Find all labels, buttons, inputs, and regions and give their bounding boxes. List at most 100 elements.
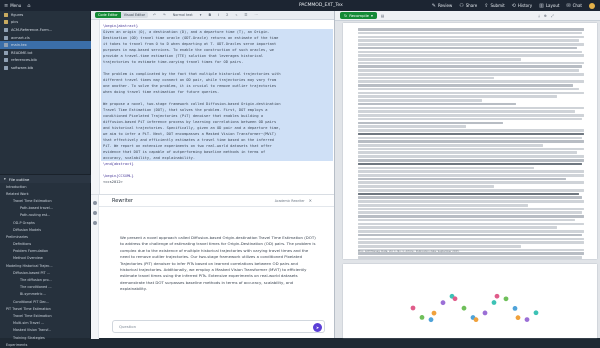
file-icon [4, 27, 8, 32]
rail-dot-icon[interactable] [92, 211, 97, 215]
menu-label: Menu [10, 3, 22, 8]
outline-item[interactable]: Experiments [0, 341, 91, 348]
list-icon[interactable]: ☰ [242, 13, 249, 17]
pdf-page-2[interactable] [343, 264, 597, 338]
outline-item[interactable]: Related Work [0, 190, 91, 197]
pdf-page[interactable]: Proc. ACM Manag. Data, Vol. 1, No. 1, Ar… [343, 23, 597, 259]
rail-dot-icon[interactable] [92, 201, 97, 205]
outline-item[interactable]: Diffusion-based PIT ... [0, 269, 91, 276]
pdf-text-line [358, 125, 467, 128]
file-item[interactable]: acmart.cls [0, 34, 91, 42]
outline-item-label: Conditional PIT Dec... [13, 299, 50, 304]
download-icon[interactable]: ⤓ [538, 14, 540, 18]
layout-icon: ▥ [539, 2, 544, 9]
file-item[interactable]: README.txt [0, 49, 91, 57]
avatar[interactable] [589, 2, 595, 9]
outline-item[interactable]: Masked Vision Transf... [0, 327, 91, 334]
share-icon: ⚇ [459, 2, 464, 9]
more-icon[interactable]: ⋯ [252, 13, 259, 17]
redo-icon[interactable]: ↷ [161, 13, 168, 17]
editor-toolbar: Code Editor Visual Editor ↶ ↷ Normal tex… [91, 11, 334, 20]
pdf-text-line [358, 65, 582, 69]
outline-item[interactable]: Multi-sim Travel ... [0, 320, 91, 327]
topbar-chat-button[interactable]: ✉ Chat [566, 3, 582, 9]
file-item[interactable]: software.bib [0, 64, 91, 72]
italic-icon[interactable]: I [216, 13, 221, 17]
file-item[interactable]: references.bib [0, 57, 91, 65]
chevron-down-icon: ▾ [370, 13, 373, 18]
pdf-text-line [358, 203, 528, 207]
send-icon[interactable]: ➤ [313, 322, 322, 332]
math-icon[interactable]: Σ [224, 13, 230, 17]
expand-icon[interactable]: ⤢ [551, 14, 554, 18]
file-outline-header[interactable]: ▾ File outline [0, 175, 91, 183]
outline-item[interactable]: Introduction [0, 183, 91, 190]
visual-editor-toggle[interactable]: Visual Editor [120, 12, 149, 18]
rewriter-mode[interactable]: Academic Rewriter [275, 199, 305, 203]
text-style-dropdown[interactable]: Normal text [171, 13, 195, 17]
file-item[interactable]: pics [0, 19, 91, 27]
file-item[interactable]: figures [0, 11, 91, 19]
rewriter-rail [91, 195, 99, 339]
file-icon [4, 43, 8, 48]
file-name: figures [11, 12, 24, 17]
file-item[interactable]: ACM-Reference-Form... [0, 26, 91, 34]
outline-item[interactable]: The conditioned ... [0, 284, 91, 291]
project-title: PACMMOD_EXT_Tex [298, 3, 343, 8]
outline-item[interactable]: Definitions [0, 241, 91, 248]
link-icon[interactable]: ⌁ [233, 13, 239, 17]
outline-item[interactable]: Path-routing est... [0, 212, 91, 219]
editor-mode-toggle[interactable]: Code Editor Visual Editor [95, 12, 149, 18]
topbar-review-button[interactable]: ✎ Review [432, 3, 452, 9]
outline-item[interactable]: Preliminaries [0, 233, 91, 240]
outline-item[interactable]: Method Overview [0, 255, 91, 262]
outline-item[interactable]: Travel Time Estimation [0, 312, 91, 319]
undo-icon[interactable]: ↶ [151, 13, 158, 17]
code-area[interactable]: \begin{abstract} Given an origin (O), a d… [101, 20, 333, 194]
outline-item[interactable]: Path-based travel... [0, 205, 91, 212]
close-icon[interactable]: ✕ [309, 198, 312, 203]
outline-item[interactable]: Diffusion Models [0, 226, 91, 233]
pdf-text-line [358, 80, 584, 84]
outline-item[interactable]: Travel Time Estimation [0, 197, 91, 204]
topbar-share-button[interactable]: ⚇ Share [459, 3, 477, 9]
figure-node [491, 300, 497, 305]
bold-icon[interactable]: B [206, 13, 213, 17]
outline-item[interactable]: The diffusion pro... [0, 276, 91, 283]
code-editor-toggle[interactable]: Code Editor [95, 12, 121, 18]
pdf-text-line [358, 188, 584, 192]
outline-item[interactable]: Conditional PIT Dec... [0, 298, 91, 305]
topbar-action-label: Share [465, 3, 478, 8]
topbar-action-label: Submit [490, 3, 505, 8]
pdf-text-line [358, 121, 503, 125]
code-line[interactable]: <ccs2012> [101, 179, 333, 185]
outline-item[interactable]: OD-P Graphs [0, 219, 91, 226]
pdf-text-line [358, 215, 584, 218]
figure-node [431, 310, 437, 316]
outline-item[interactable]: Bi-symmetric... [0, 291, 91, 298]
chevron-down-icon[interactable]: ▾ [198, 13, 204, 17]
question-input[interactable]: Question ➤ [112, 320, 325, 333]
pdf-footer: Proc. ACM Manag. Data, Vol. 1, No. 1, Ar… [358, 250, 460, 253]
outline-item[interactable]: Modeling Historical Trajec... [0, 262, 91, 269]
topbar-history-button[interactable]: ⟲ History [512, 3, 532, 9]
outline-item[interactable]: Problem Formulation [0, 248, 91, 255]
file-item[interactable]: main.tex [0, 41, 91, 49]
outline-item-label: Travel Time Estimation [13, 198, 52, 203]
pdf-text-line [358, 166, 535, 170]
topbar-layout-button[interactable]: ▥ Layout [539, 3, 559, 9]
pdf-text-line [358, 200, 584, 203]
file-name: main.tex [11, 43, 27, 48]
log-icon[interactable]: ▤ [381, 14, 384, 18]
zoom-icon[interactable]: ⊕ [544, 14, 547, 18]
figure-node [461, 305, 467, 311]
rail-dot-icon[interactable] [92, 221, 97, 225]
recompile-button[interactable]: ↻ Recompile ▾ [340, 12, 377, 19]
menu-button[interactable]: ≡ Menu [4, 3, 21, 9]
figure-node [512, 306, 518, 311]
outline-item[interactable]: PIT Travel Time Estimation [0, 305, 91, 312]
file-icon [4, 35, 8, 40]
file-name: acmart.cls [11, 35, 30, 40]
topbar-submit-button[interactable]: ⇪ Submit [484, 3, 504, 9]
home-icon[interactable]: ⌂ [27, 3, 30, 9]
